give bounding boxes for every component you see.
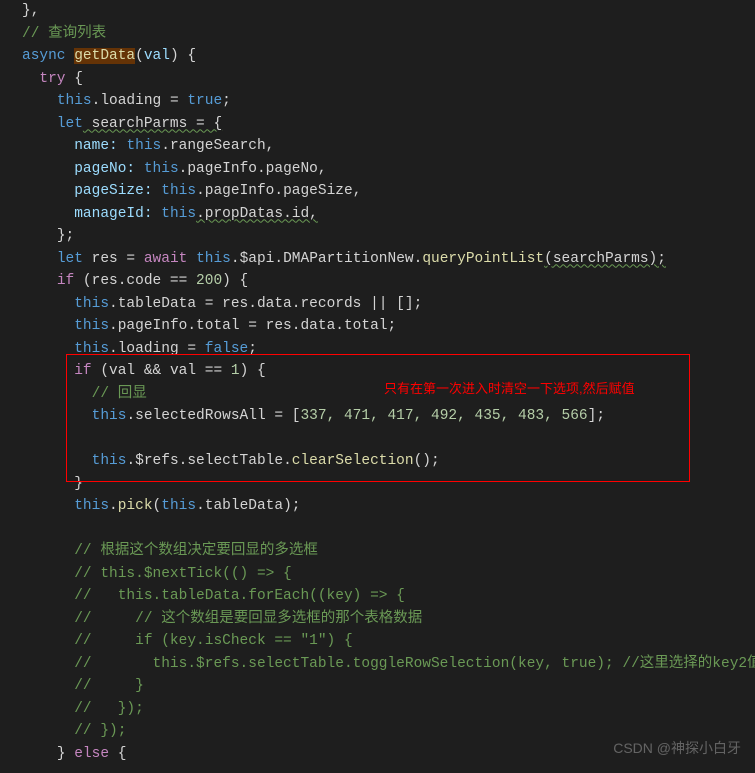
code-line: this.selectedRowsAll = [337, 471, 417, 4… (22, 408, 605, 424)
code-editor[interactable]: }, // 查询列表 async getData(val) { try { th… (0, 0, 755, 765)
code-line: }, (22, 3, 39, 19)
code-line: let res = await this.$api.DMAPartitionNe… (22, 251, 666, 267)
annotation-text: 只有在第一次进入时清空一下选项,然后赋值 (384, 378, 635, 401)
code-line: name: this.rangeSearch, (22, 138, 274, 154)
code-line: } (22, 476, 83, 492)
code-line: // this.tableData.forEach((key) => { (22, 588, 405, 604)
code-line: this.pageInfo.total = res.data.total; (22, 318, 396, 334)
code-line: manageId: this.propDatas.id, (22, 206, 318, 222)
code-line: if (res.code == 200) { (22, 273, 248, 289)
code-line: this.$refs.selectTable.clearSelection(); (22, 453, 440, 469)
code-line: let searchParms = { (22, 116, 222, 132)
code-line: // }); (22, 723, 126, 739)
code-line: // } (22, 678, 144, 694)
code-line: this.pick(this.tableData); (22, 498, 300, 514)
code-line: // 查询列表 (22, 26, 106, 42)
code-line: this.loading = false; (22, 341, 257, 357)
code-line: // this.$refs.selectTable.toggleRowSelec… (22, 656, 755, 672)
code-line: // this.$nextTick(() => { (22, 566, 292, 582)
code-line: this.loading = true; (22, 93, 231, 109)
code-line: pageNo: this.pageInfo.pageNo, (22, 161, 327, 177)
code-line: }; (22, 228, 74, 244)
watermark: CSDN @神探小白牙 (613, 737, 741, 760)
code-line: this.tableData = res.data.records || []; (22, 296, 422, 312)
code-line: // // 这个数组是要回显多选框的那个表格数据 (22, 611, 422, 627)
code-line: } else { (22, 746, 126, 762)
code-line: // }); (22, 701, 144, 717)
code-line: async getData(val) { (22, 48, 196, 64)
code-line: // if (key.isCheck == "1") { (22, 633, 353, 649)
code-line: // 回显 (22, 386, 147, 402)
code-line: // 根据这个数组决定要回显的多选框 (22, 543, 318, 559)
code-line: if (val && val == 1) { (22, 363, 266, 379)
code-line: try { (22, 71, 83, 87)
code-line: pageSize: this.pageInfo.pageSize, (22, 183, 361, 199)
